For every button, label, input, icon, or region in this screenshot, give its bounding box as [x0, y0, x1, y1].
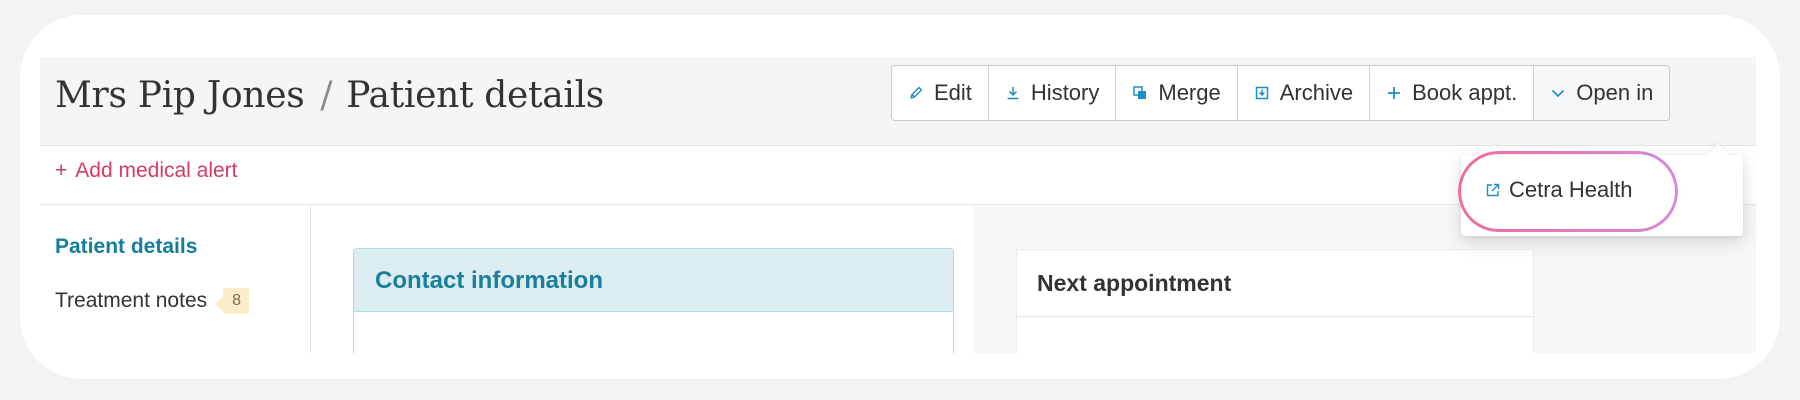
count-badge: 8 [215, 288, 250, 314]
sidebar-item-label: Patient details [55, 235, 198, 258]
history-label: History [1030, 80, 1100, 105]
merge-label: Merge [1158, 80, 1221, 105]
merge-icon [1132, 85, 1148, 101]
merge-button[interactable]: Merge [1116, 66, 1238, 120]
contact-information-panel: Contact information [353, 248, 954, 353]
open-in-label: Open in [1576, 80, 1654, 105]
external-link-icon [1485, 182, 1501, 198]
screenshot-card: Mrs Pip Jones / Patient details Edit Histo… [20, 15, 1780, 379]
edit-button[interactable]: Edit [892, 66, 989, 120]
menu-item-cetra-health[interactable]: Cetra Health [1485, 177, 1633, 203]
page-title: Patient details [346, 75, 604, 116]
add-medical-alert-link[interactable]: + Add medical alert [55, 159, 238, 183]
sidebar: Patient details Treatment notes 8 [40, 205, 311, 353]
sidebar-item-patient-details[interactable]: Patient details [55, 235, 197, 259]
chevron-down-icon [1550, 85, 1566, 101]
plus-icon [1386, 85, 1402, 101]
page-header: Mrs Pip Jones / Patient details Edit Histo… [40, 57, 1756, 146]
divider [1017, 316, 1533, 317]
menu-item-label: Cetra Health [1509, 177, 1633, 202]
book-appointment-label: Book appt. [1412, 80, 1518, 105]
next-appointment-title: Next appointment [1037, 270, 1232, 296]
breadcrumb-separator: / [320, 75, 333, 116]
open-in-dropdown-menu: Cetra Health [1458, 151, 1743, 236]
pencil-icon [908, 85, 924, 101]
add-medical-alert-label: Add medical alert [75, 159, 238, 182]
action-toolbar: Edit History Merge Archive Book appt. Op… [891, 65, 1671, 121]
download-icon [1005, 85, 1021, 101]
main-content: Contact information [311, 205, 963, 353]
plus-icon: + [55, 159, 68, 182]
archive-button[interactable]: Archive [1238, 66, 1371, 120]
sidebar-item-treatment-notes[interactable]: Treatment notes 8 [55, 288, 250, 314]
open-in-button[interactable]: Open in [1534, 66, 1670, 120]
contact-information-title: Contact information [375, 267, 603, 294]
archive-icon [1254, 85, 1270, 101]
breadcrumb: Mrs Pip Jones / Patient details [55, 75, 604, 116]
history-button[interactable]: History [989, 66, 1117, 120]
archive-label: Archive [1279, 80, 1354, 105]
edit-label: Edit [934, 80, 972, 105]
next-appointment-panel: Next appointment [1016, 249, 1534, 353]
breadcrumb-patient[interactable]: Mrs Pip Jones [55, 75, 305, 116]
sidebar-item-label: Treatment notes [55, 289, 208, 312]
book-appointment-button[interactable]: Book appt. [1370, 66, 1535, 120]
